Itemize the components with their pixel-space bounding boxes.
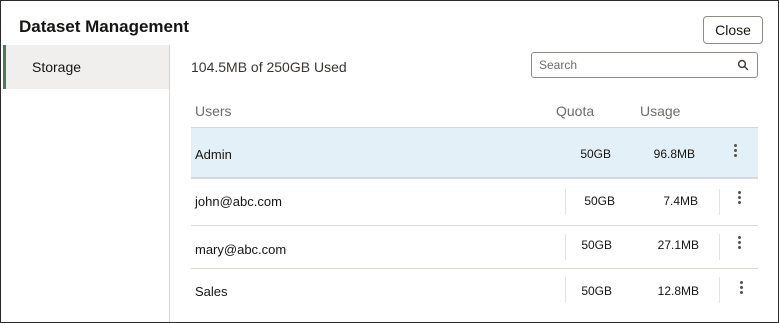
column-header-quota[interactable]: Quota — [556, 103, 594, 119]
dialog-title: Dataset Management — [19, 17, 190, 36]
kebab-menu-icon[interactable] — [734, 235, 744, 253]
user-cell: mary@abc.com — [195, 242, 287, 257]
quota-cell: 50GB — [581, 284, 612, 298]
quota-cell: 50GB — [581, 238, 612, 252]
user-cell: john@abc.com — [195, 194, 282, 209]
kebab-menu-icon[interactable] — [734, 190, 744, 208]
table-row[interactable]: john@abc.com 50GB 7.4MB — [191, 178, 758, 225]
kebab-menu-icon[interactable] — [730, 143, 740, 161]
usage-cell: 12.8MB — [657, 284, 699, 298]
kebab-menu-icon[interactable] — [736, 280, 746, 298]
column-divider — [719, 277, 720, 303]
table-row[interactable]: Sales 50GB 12.8MB — [191, 268, 758, 314]
search-input[interactable] — [539, 54, 729, 76]
search-icon[interactable] — [737, 59, 749, 71]
column-header-usage[interactable]: Usage — [640, 103, 680, 119]
column-divider — [719, 189, 720, 215]
table-row[interactable]: mary@abc.com 50GB 27.1MB — [191, 225, 758, 268]
storage-usage-summary: 104.5MB of 250GB Used — [191, 59, 347, 75]
usage-cell: 27.1MB — [657, 238, 699, 252]
column-divider — [719, 234, 720, 260]
sidebar-item-storage[interactable]: Storage — [3, 45, 169, 89]
search-field[interactable] — [531, 52, 758, 78]
quota-cell: 50GB — [580, 147, 611, 161]
usage-cell: 96.8MB — [653, 147, 695, 161]
table-row[interactable]: Admin 50GB 96.8MB — [191, 127, 758, 178]
sidebar: Storage — [3, 45, 170, 322]
dataset-management-dialog: Dataset Management Close Storage 104.5MB… — [0, 0, 779, 323]
user-cell: Admin — [195, 147, 232, 162]
column-header-users[interactable]: Users — [195, 103, 232, 119]
quota-cell: 50GB — [584, 194, 615, 208]
sidebar-item-label: Storage — [32, 59, 82, 75]
close-button[interactable]: Close — [703, 16, 763, 44]
user-cell: Sales — [195, 284, 228, 299]
usage-cell: 7.4MB — [663, 194, 698, 208]
